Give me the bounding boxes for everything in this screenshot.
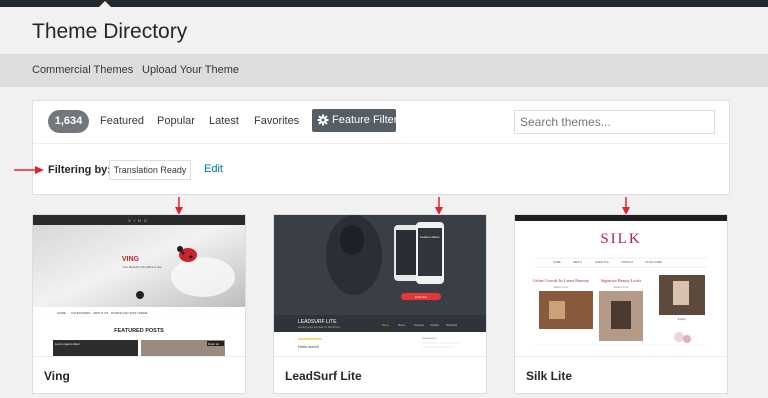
ving-post-label-right: Dolor sit bbox=[208, 342, 219, 346]
ving-preview-image: VING VING Your Beautiful WordPress site … bbox=[33, 215, 245, 356]
leadsurf-sidebar-heading: Categories bbox=[422, 336, 437, 340]
ving-nav-about: ABOUT US bbox=[93, 311, 108, 315]
gear-icon bbox=[317, 114, 329, 126]
silk-left-post-title: Celine Crowds Its Latest Runway bbox=[533, 278, 590, 283]
annotation-arrow-down-icon bbox=[175, 197, 183, 215]
theme-screenshot-leadsurf-lite[interactable]: Feature Name Find Out LEADSURF LITE Land… bbox=[274, 215, 486, 356]
theme-filter-panel: 1,634 Featured Popular Latest Favorites … bbox=[32, 100, 730, 195]
silk-mid-post-title: Signature Beauty Looks bbox=[601, 278, 642, 283]
annotation-arrow-down-icon bbox=[622, 197, 630, 215]
leadsurf-nav-subscribe: Subscribe bbox=[446, 324, 458, 327]
ving-post-label-left: Lorem ipsum dolor bbox=[55, 342, 80, 346]
theme-count-badge: 1,634 bbox=[48, 110, 89, 133]
admin-top-bar bbox=[0, 0, 768, 7]
filtering-by-label: Filtering by: bbox=[48, 164, 111, 176]
theme-screenshot-ving[interactable]: VING VING Your Beautiful WordPress site … bbox=[33, 215, 245, 356]
ving-nav-download: DOWNLOAD THIS THEME bbox=[111, 311, 148, 315]
ving-nav-home: HOME bbox=[57, 311, 66, 315]
tab-featured[interactable]: Featured bbox=[100, 115, 144, 127]
ving-logo: VING bbox=[128, 218, 150, 223]
leadsurf-brand-sub: Landing page template for WordPress bbox=[298, 326, 341, 329]
leadsurf-brand: LEADSURF LITE bbox=[298, 319, 337, 325]
leadsurf-nav-home: Home bbox=[382, 324, 389, 327]
silk-nav-about: ABOUT bbox=[573, 260, 582, 264]
feature-filter-label: Feature Filter bbox=[332, 114, 398, 126]
subnav-commercial-themes[interactable]: Commercial Themes bbox=[32, 64, 133, 76]
tab-favorites[interactable]: Favorites bbox=[254, 115, 299, 127]
search-themes-input[interactable] bbox=[514, 110, 715, 134]
theme-name-bar: Silk Lite bbox=[515, 356, 727, 393]
subnav-upload-theme[interactable]: Upload Your Theme bbox=[142, 64, 239, 76]
theme-card-ving[interactable]: VING VING Your Beautiful WordPress site … bbox=[32, 214, 246, 394]
silk-nav-style-guide: STYLE GUIDE bbox=[645, 260, 662, 264]
feature-filter-button[interactable]: Feature Filter bbox=[312, 109, 398, 132]
leadsurf-nav-features: Features bbox=[414, 324, 425, 327]
theme-name-silk-lite[interactable]: Silk Lite bbox=[526, 369, 572, 383]
silk-right-post-title: Pretty bbox=[678, 317, 687, 321]
theme-name-bar: Ving bbox=[33, 356, 245, 393]
theme-card-leadsurf-lite[interactable]: Feature Name Find Out LEADSURF LITE Land… bbox=[273, 214, 487, 394]
ving-hero-subtitle: Your Beautiful WordPress site bbox=[122, 265, 162, 269]
sub-navigation: Commercial Themes Upload Your Theme bbox=[0, 54, 768, 87]
page-header: Theme Directory bbox=[0, 7, 768, 54]
page-title: Theme Directory bbox=[32, 20, 188, 43]
silk-logo: SILK bbox=[600, 231, 641, 247]
ving-nav-categories: CATEGORIES bbox=[71, 311, 90, 315]
theme-card-silk-lite[interactable]: SILK HOME ABOUT LIFESTYLE CONTACT STYLE … bbox=[514, 214, 728, 394]
theme-name-leadsurf-lite[interactable]: LeadSurf Lite bbox=[285, 369, 362, 383]
ving-hero-title: VING bbox=[122, 256, 140, 263]
leadsurf-cta-label: Find Out bbox=[415, 295, 427, 299]
tab-latest[interactable]: Latest bbox=[209, 115, 239, 127]
theme-screenshot-silk-lite[interactable]: SILK HOME ABOUT LIFESTYLE CONTACT STYLE … bbox=[515, 215, 727, 356]
silk-preview-image: SILK HOME ABOUT LIFESTYLE CONTACT STYLE … bbox=[515, 215, 727, 356]
annotation-arrow-right-icon bbox=[14, 166, 44, 174]
silk-nav-home: HOME bbox=[553, 260, 561, 264]
theme-name-bar: LeadSurf Lite bbox=[274, 356, 486, 393]
leadsurf-preview-image: Feature Name Find Out LEADSURF LITE Land… bbox=[274, 215, 486, 356]
leadsurf-post-title: Hello world! bbox=[298, 344, 319, 349]
annotation-arrow-down-icon bbox=[435, 197, 443, 215]
leadsurf-phone-title: Feature Name bbox=[420, 235, 440, 239]
leadsurf-nav-contact: Contact bbox=[430, 324, 439, 327]
silk-nav-contact: CONTACT bbox=[621, 260, 634, 264]
silk-left-post-sub: Read more bbox=[554, 285, 569, 289]
panel-divider bbox=[33, 143, 729, 144]
active-filter-tag: Translation Ready bbox=[109, 160, 191, 180]
leadsurf-nav-about: About bbox=[398, 324, 405, 327]
ving-featured-heading: FEATURED POSTS bbox=[114, 328, 164, 334]
silk-nav-lifestyle: LIFESTYLE bbox=[595, 260, 609, 264]
silk-mid-post-sub: Read more bbox=[614, 285, 629, 289]
theme-name-ving[interactable]: Ving bbox=[44, 369, 70, 383]
edit-filters-link[interactable]: Edit bbox=[204, 163, 223, 175]
tab-popular[interactable]: Popular bbox=[157, 115, 195, 127]
